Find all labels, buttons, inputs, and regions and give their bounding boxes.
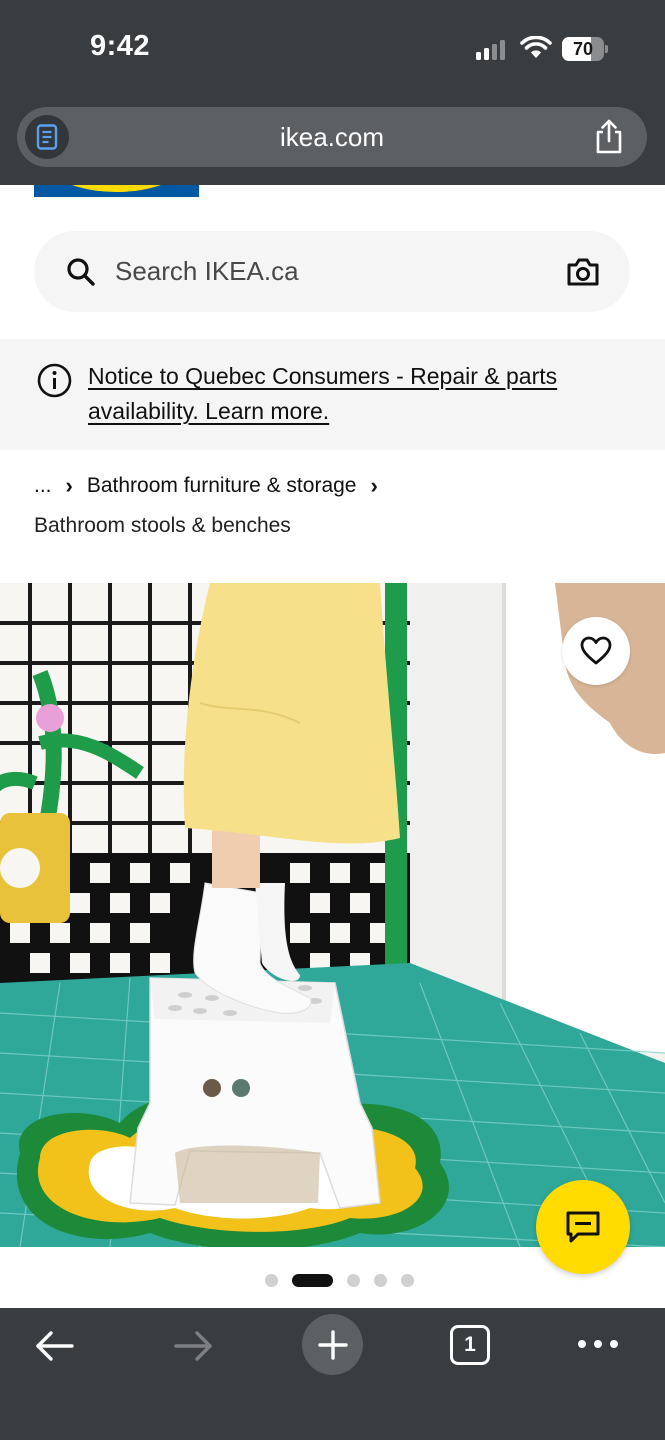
- carousel-dot[interactable]: [347, 1273, 360, 1287]
- carousel-dot[interactable]: [265, 1273, 278, 1287]
- browser-bottom-toolbar: 1: [0, 1308, 665, 1440]
- wifi-icon: [520, 36, 552, 58]
- url-text[interactable]: ikea.com: [17, 107, 647, 167]
- product-photo-illustration: [0, 583, 665, 1247]
- carousel-dot[interactable]: [401, 1273, 414, 1287]
- search-icon: [67, 258, 95, 286]
- breadcrumb-parent-link[interactable]: Bathroom furniture & storage: [87, 474, 357, 498]
- product-image[interactable]: [0, 583, 665, 1247]
- battery-body: 70: [562, 37, 604, 61]
- page: 9:42 70 ikea.com Search IKEA.ca Notice t…: [0, 0, 665, 1440]
- search-input[interactable]: Search IKEA.ca: [34, 231, 630, 312]
- notice-link[interactable]: Notice to Quebec Consumers - Repair & pa…: [88, 359, 628, 429]
- ikea-logo[interactable]: [34, 185, 199, 197]
- new-tab-button[interactable]: [302, 1314, 363, 1375]
- heart-icon: [580, 636, 612, 665]
- battery-cap: [605, 45, 608, 53]
- carousel-dot[interactable]: [374, 1273, 387, 1287]
- camera-search-icon[interactable]: [566, 256, 600, 288]
- chat-icon: [566, 1211, 600, 1243]
- tab-switcher-button[interactable]: 1: [450, 1325, 490, 1365]
- address-bar[interactable]: ikea.com: [17, 107, 647, 167]
- cellular-signal-icon: [476, 40, 505, 60]
- status-time: 9:42: [90, 30, 151, 62]
- carousel-indicator: [0, 1270, 665, 1290]
- breadcrumb-current[interactable]: Bathroom stools & benches: [34, 514, 291, 538]
- quebec-notice-banner: Notice to Quebec Consumers - Repair & pa…: [0, 339, 665, 450]
- carousel-dot-active[interactable]: [292, 1273, 333, 1287]
- reader-mode-icon: [36, 124, 58, 150]
- breadcrumb: ... › Bathroom furniture & storage › Bat…: [34, 470, 634, 542]
- battery-indicator: 70: [562, 37, 608, 61]
- more-options-icon[interactable]: [576, 1334, 620, 1354]
- plus-icon: [317, 1329, 348, 1360]
- favourite-button[interactable]: [562, 617, 630, 685]
- search-placeholder: Search IKEA.ca: [115, 256, 299, 286]
- battery-level: 70: [572, 39, 594, 59]
- breadcrumb-ellipsis[interactable]: ...: [34, 474, 52, 498]
- back-arrow-icon[interactable]: [32, 1328, 76, 1364]
- browser-top-chrome: 9:42 70 ikea.com: [0, 0, 665, 185]
- chevron-right-icon: ›: [65, 473, 73, 498]
- chevron-right-icon: ›: [370, 473, 378, 498]
- forward-arrow-icon[interactable]: [172, 1328, 216, 1364]
- reader-mode-button[interactable]: [25, 115, 69, 159]
- chat-button[interactable]: [536, 1180, 630, 1274]
- info-icon: [37, 363, 72, 398]
- carousel-dots: [258, 1270, 421, 1290]
- share-icon[interactable]: [593, 119, 625, 155]
